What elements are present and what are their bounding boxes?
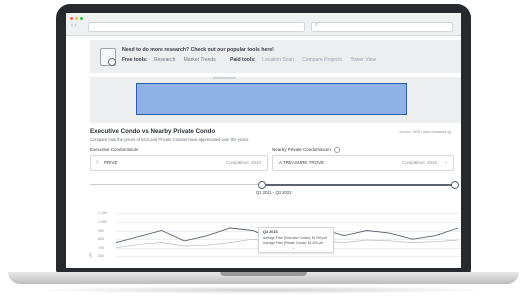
magnifier-icon <box>108 58 116 66</box>
minimize-window-dot[interactable] <box>75 17 78 20</box>
pc-completion: Completion: 2015 <box>401 160 437 165</box>
maximize-window-dot[interactable] <box>80 17 83 20</box>
nav-arrows-icon[interactable]: ‹ › <box>71 23 77 29</box>
laptop-notch <box>220 272 307 276</box>
pc-label-wrap: Nearby Private Condominium <box>272 147 340 153</box>
link-market-trends[interactable]: Market Trends <box>184 57 216 63</box>
pc-label: Nearby Private Condominium <box>272 147 331 153</box>
link-tower-view[interactable]: Tower View <box>350 57 375 63</box>
research-heading: Need to do more research? Check out our … <box>122 47 274 53</box>
pc-value: A TREASURE TROVE <box>279 160 325 165</box>
section-title: Executive Condo vs Nearby Private Condo <box>90 128 216 135</box>
link-compare-projects[interactable]: Compare Projects <box>302 57 342 63</box>
section-subtitle: Compare how the prices of ECs and Privat… <box>90 137 250 142</box>
link-research[interactable]: Research <box>154 57 175 63</box>
chevron-down-icon: ⌄ <box>443 159 448 165</box>
chart-tooltip: Q3 2015 Average Price (Executive Condo):… <box>258 227 334 253</box>
ad-banner[interactable] <box>136 83 407 115</box>
ec-label: Executive Condominium <box>90 147 139 152</box>
tooltip-title: Q3 2015 <box>263 230 278 234</box>
research-banner: Need to do more research? Check out our … <box>90 40 461 73</box>
search-icon: ⌕ <box>96 159 99 165</box>
pc-select[interactable]: A TREASURE TROVE Completion: 2015 ⌄ <box>272 155 454 171</box>
ad-container: Advertisement <box>90 76 461 123</box>
research-links: Free tools: Research Market Trends Paid … <box>122 57 383 63</box>
tooltip-chevron-icon: ⌄ <box>292 245 296 250</box>
source-note: Source: URA / https://stacked.sg <box>399 130 451 134</box>
laptop-shadow <box>30 286 497 294</box>
ec-search-input[interactable]: ⌕ PRIVE Completion: 2010 <box>90 155 268 171</box>
close-window-dot[interactable] <box>70 17 73 20</box>
link-location-scan[interactable]: Location Scan <box>262 57 294 63</box>
slider-range-fill <box>261 183 454 186</box>
info-icon[interactable] <box>333 147 340 153</box>
ec-value: PRIVE <box>104 160 118 165</box>
slider-end-handle[interactable] <box>451 181 459 189</box>
slider-range-label: Q1 2011 - Q3 2022 <box>256 190 292 195</box>
slider-start-handle[interactable] <box>258 181 267 189</box>
tooltip-line-ec: Average Price (Executive Condo): $1 050 … <box>263 236 327 240</box>
search-icon: ⌕ <box>315 22 319 28</box>
address-bar[interactable] <box>88 22 305 32</box>
browser-search-box[interactable]: ⌕ <box>311 22 453 32</box>
ec-completion: Completion: 2010 <box>225 160 261 165</box>
price-chart: 1,100 1,000 900 800 700 600 psf Q3 2015 Avera… <box>88 201 461 268</box>
paid-tools-label: Paid tools: <box>230 57 256 63</box>
laptop-screen: ‹ › ⌕ Need to do more research? Check ou… <box>66 13 461 268</box>
y-axis-label: psf <box>88 252 93 258</box>
free-tools-label: Free tools: <box>122 57 148 63</box>
ad-label: Advertisement <box>213 76 236 80</box>
browser-toolbar: ‹ › ⌕ <box>66 13 461 36</box>
